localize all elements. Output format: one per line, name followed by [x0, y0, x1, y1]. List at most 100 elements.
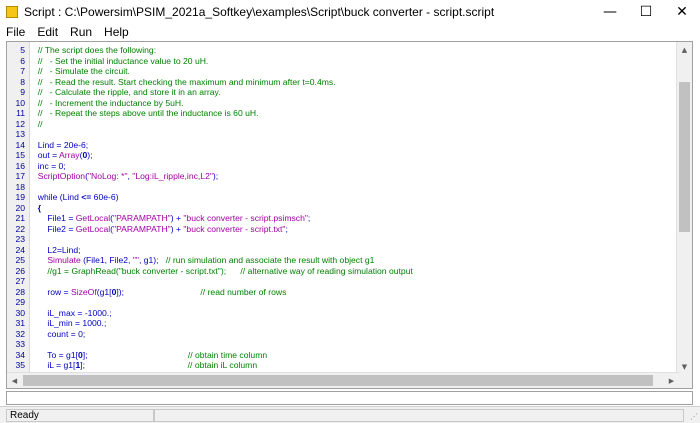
line-number: 20	[15, 202, 25, 213]
status-bar: Ready ⋰	[0, 406, 700, 423]
code-token: // obtain iL column	[187, 360, 258, 370]
horizontal-scrollbar[interactable]: ◀ ▶	[7, 372, 679, 388]
code-token: <=	[81, 192, 92, 202]
code-token: ;	[307, 213, 311, 223]
title-bar: Script : C:\Powersim\PSIM_2021a_Softkey\…	[0, 0, 700, 24]
code-token: iL_min = 1000.;	[33, 318, 107, 328]
code-line-text: // - Simulate the circuit.	[33, 66, 130, 77]
code-token: (g1[	[96, 286, 112, 297]
line-number: 10	[15, 97, 25, 108]
scroll-down-icon[interactable]: ▼	[677, 359, 692, 374]
output-pane[interactable]	[6, 391, 693, 405]
line-number: 24	[15, 244, 25, 255]
code-line-text: // The script does the following:	[33, 45, 156, 56]
script-editor[interactable]: 5 6 7 8 9 10 11 12 13 14 15 16 17 18 19 20 21 22 23 24 25 26 2…	[6, 41, 693, 389]
menu-file[interactable]: File	[6, 25, 25, 39]
code-line-text: // - Increment the inductance by 5uH.	[33, 97, 184, 109]
line-number: 31	[15, 318, 25, 328]
code-token: count = 0;	[33, 328, 86, 339]
code-token: "buck converter - script.psimsch"	[183, 213, 308, 223]
menu-edit[interactable]: Edit	[37, 25, 58, 39]
maximize-button[interactable]: ☐	[628, 0, 664, 24]
code-token: ;	[285, 223, 288, 234]
code-token: // run simulation and associate the resu…	[165, 255, 375, 265]
code-token: // - Increment the inductance by 5uH.	[33, 97, 184, 108]
line-number: 14	[15, 139, 25, 150]
line-number: 15	[15, 150, 25, 160]
code-token: File1 =	[33, 213, 76, 223]
horizontal-scroll-thumb[interactable]	[23, 375, 653, 386]
code-line-text: File2 = GetLocal("PARAMPATH") + "buck co…	[33, 224, 288, 235]
code-token: SizeOf	[70, 286, 97, 297]
vertical-scroll-thumb[interactable]	[679, 82, 690, 232]
code-token: // - Repeat the steps above until the in…	[33, 108, 259, 118]
code-line-text: Simulate (File1, File2, "", g1); // run …	[33, 255, 374, 266]
line-number: 25	[15, 255, 25, 265]
code-token: row =	[33, 286, 71, 297]
code-token: File2 =	[33, 223, 76, 234]
code-area[interactable]: // The script does the following: // - S…	[29, 42, 679, 374]
code-token: Array	[59, 150, 80, 160]
line-number: 19	[15, 192, 25, 202]
code-line-text: // - Read the result. Start checking the…	[33, 77, 336, 88]
code-token: // The script does the following:	[33, 45, 157, 55]
code-line-text: ScriptOption("NoLog: *", "Log:iL_ripple,…	[33, 171, 218, 182]
code-token: To = g1[	[33, 349, 78, 360]
line-number: 13	[15, 129, 25, 139]
code-line-text: // - Calculate the ripple, and store it …	[33, 87, 221, 98]
line-number: 8	[20, 76, 25, 87]
code-token: "NoLog: *"	[87, 171, 128, 181]
code-token: "Log:iL_ripple,inc,L2"	[132, 171, 213, 181]
code-line-text: // - Repeat the steps above until the in…	[33, 108, 259, 119]
code-line-text: {	[33, 203, 41, 214]
code-token: ) +	[170, 213, 184, 223]
code-token: (File1, File2,	[80, 255, 133, 265]
code-token: //	[33, 118, 43, 129]
code-token: ];	[80, 360, 188, 370]
code-line-text: inc = 0;	[33, 161, 66, 172]
code-token: );	[212, 171, 219, 181]
code-line-text: while (Lind <= 60e-6)	[33, 192, 119, 203]
scroll-left-icon[interactable]: ◀	[7, 373, 22, 388]
close-button[interactable]: ✕	[664, 0, 700, 24]
code-token: 60e-6)	[91, 192, 119, 202]
code-line-text: count = 0;	[33, 329, 85, 340]
code-token: L2=Lind;	[33, 244, 81, 255]
menu-help[interactable]: Help	[104, 25, 129, 39]
code-line-text: iL_min = 1000.;	[33, 318, 106, 329]
code-token: // - Read the result. Start checking the…	[33, 76, 336, 87]
scroll-up-icon[interactable]: ▲	[677, 42, 692, 57]
code-line-text: out = Array(0);	[33, 150, 93, 161]
line-number: 23	[15, 234, 25, 244]
line-number: 32	[15, 328, 25, 339]
minimize-button[interactable]: —	[592, 0, 628, 24]
code-line-text: L2=Lind;	[33, 244, 81, 256]
resize-grip-icon[interactable]: ⋰	[690, 412, 698, 421]
code-line-text: File1 = GetLocal("PARAMPATH") + "buck co…	[33, 213, 310, 224]
menu-run[interactable]: Run	[70, 25, 92, 39]
vertical-scrollbar[interactable]: ▲ ▼	[676, 42, 692, 374]
code-line-text: iL_max = -1000.;	[33, 307, 112, 319]
code-token: ]);	[116, 286, 201, 297]
line-number: 16	[15, 160, 25, 171]
code-token: {	[33, 202, 42, 213]
line-number: 26	[15, 265, 25, 276]
code-token: "PARAMPATH"	[113, 223, 171, 234]
code-line-text: // - Set the initial inductance value to…	[33, 56, 209, 67]
status-panel	[154, 408, 684, 422]
code-line-text: To = g1[0]; // obtain time column	[33, 350, 267, 361]
code-token: // - Simulate the circuit.	[33, 66, 130, 76]
code-token: // obtain time column	[187, 349, 268, 360]
code-line-text: Lind = 20e-6;	[33, 140, 88, 151]
window-controls: — ☐ ✕	[592, 0, 700, 24]
code-token: iL_max = -1000.;	[33, 307, 112, 318]
code-token: // read number of rows	[200, 286, 287, 297]
line-number: 11	[16, 108, 25, 118]
line-number: 12	[15, 118, 25, 129]
line-number: 33	[15, 339, 25, 349]
code-token: ScriptOption	[37, 171, 86, 181]
code-token: inc = 0;	[33, 160, 66, 171]
code-line-text: iL = g1[1]; // obtain iL column	[33, 360, 257, 371]
code-token: out =	[33, 150, 60, 160]
